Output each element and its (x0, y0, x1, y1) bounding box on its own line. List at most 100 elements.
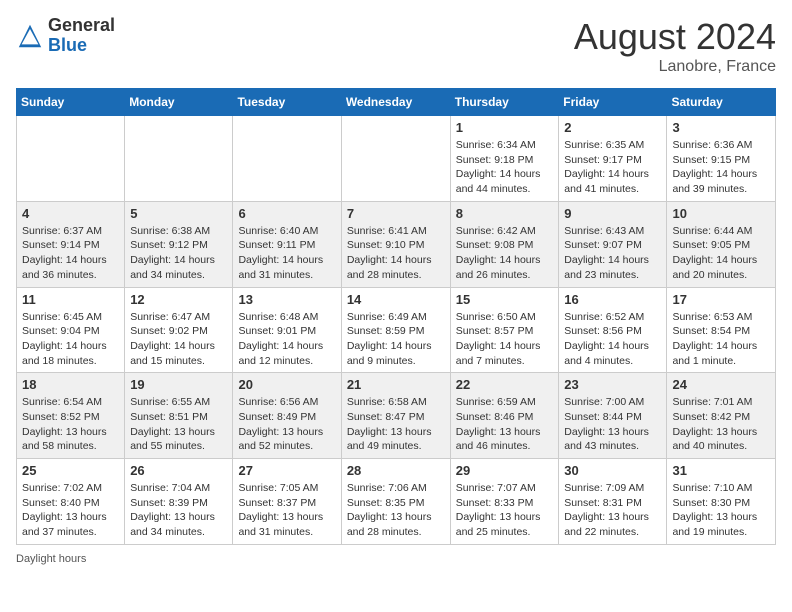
calendar-cell: 10 Sunrise: 6:44 AMSunset: 9:05 PMDayligh… (667, 201, 776, 287)
calendar-cell: 19 Sunrise: 6:55 AMSunset: 8:51 PMDayligh… (125, 373, 233, 459)
day-number: 19 (130, 377, 227, 392)
day-info: Sunrise: 7:01 AMSunset: 8:42 PMDaylight:… (672, 395, 770, 454)
calendar-cell: 30Sunrise: 7:09 AMSunset: 8:31 PMDayligh… (559, 459, 667, 545)
day-number: 15 (456, 292, 554, 307)
calendar-cell: 24Sunrise: 7:01 AMSunset: 8:42 PMDayligh… (667, 373, 776, 459)
day-info: Sunrise: 7:05 AMSunset: 8:37 PMDaylight:… (238, 481, 335, 540)
calendar-day-header: Friday (559, 89, 667, 116)
day-info: Sunrise: 6:36 AMSunset: 9:15 PMDaylight:… (672, 138, 770, 197)
calendar-week-row: 11 Sunrise: 6:45 AMSunset: 9:04 PMDayligh… (17, 287, 776, 373)
day-number: 8 (456, 206, 554, 221)
day-number: 11 (22, 292, 119, 307)
logo-text: General Blue (48, 16, 115, 56)
day-info: Sunrise: 7:09 AMSunset: 8:31 PMDaylight:… (564, 481, 661, 540)
logo-general: General (48, 16, 115, 36)
calendar-day-header: Sunday (17, 89, 125, 116)
day-info: Sunrise: 6:37 AMSunset: 9:14 PMDaylight:… (22, 224, 119, 283)
day-number: 17 (672, 292, 770, 307)
logo: General Blue (16, 16, 115, 56)
day-number: 10 (672, 206, 770, 221)
day-info: Sunrise: 6:58 AMSunset: 8:47 PMDaylight:… (347, 395, 445, 454)
calendar-day-header: Thursday (450, 89, 559, 116)
calendar-week-row: 25 Sunrise: 7:02 AMSunset: 8:40 PMDayligh… (17, 459, 776, 545)
day-info: Sunrise: 7:00 AMSunset: 8:44 PMDaylight:… (564, 395, 661, 454)
day-info: Sunrise: 7:10 AMSunset: 8:30 PMDaylight:… (672, 481, 770, 540)
day-number: 9 (564, 206, 661, 221)
calendar-cell: 18Sunrise: 6:54 AMSunset: 8:52 PMDayligh… (17, 373, 125, 459)
day-number: 1 (456, 120, 554, 135)
day-info: Sunrise: 6:48 AMSunset: 9:01 PMDaylight:… (238, 310, 335, 369)
calendar-cell: 31 Sunrise: 7:10 AMSunset: 8:30 PMDayligh… (667, 459, 776, 545)
day-number: 27 (238, 463, 335, 478)
calendar-cell (233, 116, 341, 202)
day-number: 6 (238, 206, 335, 221)
day-number: 16 (564, 292, 661, 307)
day-number: 20 (238, 377, 335, 392)
calendar-day-header: Monday (125, 89, 233, 116)
day-number: 25 (22, 463, 119, 478)
calendar-cell: 12Sunrise: 6:47 AMSunset: 9:02 PMDayligh… (125, 287, 233, 373)
calendar-cell: 29 Sunrise: 7:07 AMSunset: 8:33 PMDayligh… (450, 459, 559, 545)
calendar-cell: 14Sunrise: 6:49 AMSunset: 8:59 PMDayligh… (341, 287, 450, 373)
day-info: Sunrise: 6:52 AMSunset: 8:56 PMDaylight:… (564, 310, 661, 369)
day-number: 3 (672, 120, 770, 135)
calendar-day-header: Saturday (667, 89, 776, 116)
month-year: August 2024 (574, 16, 776, 58)
calendar-cell: 25 Sunrise: 7:02 AMSunset: 8:40 PMDayligh… (17, 459, 125, 545)
calendar-day-header: Tuesday (233, 89, 341, 116)
calendar-week-row: 18Sunrise: 6:54 AMSunset: 8:52 PMDayligh… (17, 373, 776, 459)
calendar-table: SundayMondayTuesdayWednesdayThursdayFrid… (16, 88, 776, 545)
day-info: Sunrise: 6:50 AMSunset: 8:57 PMDaylight:… (456, 310, 554, 369)
day-info: Sunrise: 7:06 AMSunset: 8:35 PMDaylight:… (347, 481, 445, 540)
day-info: Sunrise: 6:54 AMSunset: 8:52 PMDaylight:… (22, 395, 119, 454)
day-info: Sunrise: 6:35 AMSunset: 9:17 PMDaylight:… (564, 138, 661, 197)
calendar-cell: 20Sunrise: 6:56 AMSunset: 8:49 PMDayligh… (233, 373, 341, 459)
calendar-cell: 2Sunrise: 6:35 AMSunset: 9:17 PMDaylight… (559, 116, 667, 202)
calendar-header-row: SundayMondayTuesdayWednesdayThursdayFrid… (17, 89, 776, 116)
day-number: 29 (456, 463, 554, 478)
day-number: 7 (347, 206, 445, 221)
calendar-cell: 26 Sunrise: 7:04 AMSunset: 8:39 PMDayligh… (125, 459, 233, 545)
day-info: Sunrise: 6:40 AMSunset: 9:11 PMDaylight:… (238, 224, 335, 283)
calendar-cell: 1 Sunrise: 6:34 AMSunset: 9:18 PMDaylight… (450, 116, 559, 202)
day-info: Sunrise: 7:04 AMSunset: 8:39 PMDaylight:… (130, 481, 227, 540)
calendar-cell: 22Sunrise: 6:59 AMSunset: 8:46 PMDayligh… (450, 373, 559, 459)
calendar-cell: 28 Sunrise: 7:06 AMSunset: 8:35 PMDayligh… (341, 459, 450, 545)
calendar-day-header: Wednesday (341, 89, 450, 116)
day-number: 13 (238, 292, 335, 307)
calendar-cell: 17 Sunrise: 6:53 AMSunset: 8:54 PMDayligh… (667, 287, 776, 373)
day-number: 26 (130, 463, 227, 478)
footer-note: Daylight hours (16, 553, 776, 565)
day-number: 28 (347, 463, 445, 478)
calendar-cell (17, 116, 125, 202)
calendar-cell: 27 Sunrise: 7:05 AMSunset: 8:37 PMDayligh… (233, 459, 341, 545)
day-info: Sunrise: 6:34 AMSunset: 9:18 PMDaylight:… (456, 138, 554, 197)
day-info: Sunrise: 6:53 AMSunset: 8:54 PMDaylight:… (672, 310, 770, 369)
logo-icon (16, 22, 44, 50)
day-info: Sunrise: 6:43 AMSunset: 9:07 PMDaylight:… (564, 224, 661, 283)
day-info: Sunrise: 7:07 AMSunset: 8:33 PMDaylight:… (456, 481, 554, 540)
day-info: Sunrise: 6:45 AMSunset: 9:04 PMDaylight:… (22, 310, 119, 369)
calendar-cell (125, 116, 233, 202)
calendar-week-row: 4 Sunrise: 6:37 AMSunset: 9:14 PMDaylight… (17, 201, 776, 287)
calendar-cell: 13 Sunrise: 6:48 AMSunset: 9:01 PMDayligh… (233, 287, 341, 373)
day-info: Sunrise: 7:02 AMSunset: 8:40 PMDaylight:… (22, 481, 119, 540)
day-info: Sunrise: 6:44 AMSunset: 9:05 PMDaylight:… (672, 224, 770, 283)
day-number: 22 (456, 377, 554, 392)
calendar-cell: 21 Sunrise: 6:58 AMSunset: 8:47 PMDayligh… (341, 373, 450, 459)
calendar-cell: 9 Sunrise: 6:43 AMSunset: 9:07 PMDaylight… (559, 201, 667, 287)
title-block: August 2024 Lanobre, France (574, 16, 776, 76)
day-info: Sunrise: 6:41 AMSunset: 9:10 PMDaylight:… (347, 224, 445, 283)
calendar-cell: 11 Sunrise: 6:45 AMSunset: 9:04 PMDayligh… (17, 287, 125, 373)
day-number: 5 (130, 206, 227, 221)
day-number: 31 (672, 463, 770, 478)
day-number: 21 (347, 377, 445, 392)
day-number: 23 (564, 377, 661, 392)
day-info: Sunrise: 6:55 AMSunset: 8:51 PMDaylight:… (130, 395, 227, 454)
calendar-cell: 6 Sunrise: 6:40 AMSunset: 9:11 PMDaylight… (233, 201, 341, 287)
day-number: 4 (22, 206, 119, 221)
calendar-cell: 16 Sunrise: 6:52 AMSunset: 8:56 PMDayligh… (559, 287, 667, 373)
day-info: Sunrise: 6:42 AMSunset: 9:08 PMDaylight:… (456, 224, 554, 283)
calendar-cell (341, 116, 450, 202)
calendar-cell: 7 Sunrise: 6:41 AMSunset: 9:10 PMDaylight… (341, 201, 450, 287)
